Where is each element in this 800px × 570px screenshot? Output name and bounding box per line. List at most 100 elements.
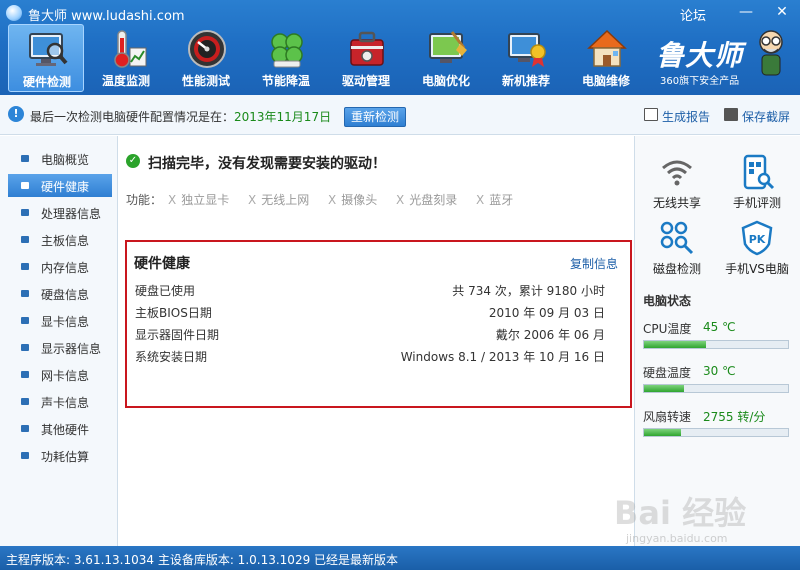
sidebar-item-label: 硬件健康: [41, 180, 90, 194]
row-value: 共 734 次，累计 9180 小时: [452, 284, 605, 298]
row-label: 硬盘已使用: [135, 284, 196, 298]
sidebar-item-monitor[interactable]: 显示器信息: [8, 336, 112, 359]
status-bar-track: [643, 428, 789, 437]
nav-pc-repair[interactable]: 电脑维修: [568, 24, 644, 92]
sidebar-item-disk[interactable]: 硬盘信息: [8, 282, 112, 305]
nav-power-saving[interactable]: 节能降温: [248, 24, 324, 92]
brand-name: 鲁大师: [656, 39, 744, 72]
sidebar-item-overview[interactable]: 电脑概览: [8, 147, 112, 170]
forum-link[interactable]: 论坛: [680, 5, 706, 24]
row-value: Windows 8.1 / 2013 年 10 月 16 日: [400, 350, 605, 364]
row-value: 2010 年 09 月 03 日: [488, 306, 605, 320]
sidebar-item-label: 内存信息: [41, 261, 90, 275]
sidebar-item-network[interactable]: 网卡信息: [8, 363, 112, 386]
sidebar-item-motherboard[interactable]: 主板信息: [8, 228, 112, 251]
toolbox-icon: [350, 31, 384, 66]
monitor-medal-icon: [508, 33, 546, 67]
svg-text:PK: PK: [749, 233, 766, 246]
generate-report-link[interactable]: 生成报告: [662, 108, 710, 125]
sidebar-item-other[interactable]: 其他硬件: [8, 417, 112, 440]
sidebar-item-label: 显卡信息: [41, 315, 90, 329]
sidebar-item-graphics[interactable]: 显卡信息: [8, 309, 112, 332]
baidu-watermark: Bai 经验: [614, 494, 747, 532]
function-item: X 蓝牙: [476, 193, 514, 207]
nav-label: 硬件检测: [22, 75, 71, 89]
broom-monitor-icon: [429, 31, 467, 63]
nav-label: 驱动管理: [341, 74, 390, 88]
sidebar-item-label: 主板信息: [41, 234, 90, 248]
nav-temperature[interactable]: 温度监测: [88, 24, 164, 92]
status-bar-fill: [644, 429, 682, 436]
right-panel: 无线共享 手机评测 磁盘检测 PK 手机VS电脑 电脑状态 CPU温度 45 ℃…: [634, 136, 800, 546]
scan-message: 扫描完毕，没有发现需要安装的驱动！: [148, 156, 386, 172]
status-bar: 主程序版本: 3.61.13.1034 主设备库版本: 1.0.13.1029 …: [0, 546, 800, 570]
nav-driver-management[interactable]: 驱动管理: [328, 24, 404, 92]
minimize-button[interactable]: —: [736, 3, 756, 21]
wifi-icon: [662, 160, 692, 186]
function-item: X 摄像头: [328, 193, 378, 207]
nav-label: 节能降温: [261, 74, 310, 88]
nav-hardware-check[interactable]: 硬件检测: [8, 24, 84, 92]
status-label: CPU温度: [643, 322, 692, 336]
save-screenshot-link[interactable]: 保存截屏: [742, 108, 790, 125]
sidebar-item-cpu[interactable]: 处理器信息: [8, 201, 112, 224]
wifi-share-tool[interactable]: 无线共享: [637, 154, 717, 216]
phone-test-tool[interactable]: 手机评测: [717, 154, 797, 216]
status-label: 风扇转速: [643, 410, 692, 424]
version-info: 主程序版本: 3.61.13.1034 主设备库版本: 1.0.13.1029 …: [6, 553, 399, 567]
nav-label: 新机推荐: [501, 74, 550, 88]
status-value: 45 ℃: [703, 320, 736, 334]
bullet-icon: [21, 344, 29, 351]
last-check-text: 最后一次检测电脑硬件配置情况是在：: [30, 110, 235, 124]
header: 鲁大师 www.ludashi.com 论坛 — ✕ 硬件检测 温度监测 性能测…: [0, 0, 800, 95]
phone-vs-pc-tool[interactable]: PK 手机VS电脑: [717, 220, 797, 282]
nav-new-pc[interactable]: 新机推荐: [488, 24, 564, 92]
speedometer-icon: [188, 30, 226, 68]
title-bar: 鲁大师 www.ludashi.com 论坛 — ✕: [0, 0, 800, 26]
nav-label: 温度监测: [101, 74, 150, 88]
nav-pc-optimize[interactable]: 电脑优化: [408, 24, 484, 92]
table-row: 主板BIOS日期 2010 年 09 月 03 日: [135, 304, 605, 322]
sidebar-item-label: 网卡信息: [41, 369, 90, 383]
pk-shield-icon: PK: [741, 220, 773, 256]
info-icon: !: [8, 106, 24, 122]
tool-label: 手机VS电脑: [725, 262, 789, 276]
baidu-watermark-url: jingyan.baidu.com: [626, 532, 728, 545]
tool-label: 无线共享: [652, 196, 701, 210]
brand: 鲁大师 360旗下安全产品: [656, 30, 786, 92]
sidebar-item-power[interactable]: 功耗估算: [8, 444, 112, 467]
house-icon: [587, 29, 627, 67]
hardware-health-panel: 硬件健康 复制信息 硬盘已使用 共 734 次，累计 9180 小时 主板BIO…: [125, 240, 632, 408]
bullet-icon: [21, 371, 29, 378]
pc-status-title: 电脑状态: [643, 294, 692, 308]
sidebar: 电脑概览 硬件健康 处理器信息 主板信息 内存信息 硬盘信息 显卡信息 显示器信…: [0, 136, 118, 546]
brand-subtitle: 360旗下安全产品: [660, 76, 740, 87]
phone-scan-icon: [743, 154, 775, 190]
last-check-date: 2013年11月17日: [234, 110, 332, 124]
disk-check-tool[interactable]: 磁盘检测: [637, 220, 717, 282]
bullet-icon: [21, 209, 29, 216]
tool-label: 磁盘检测: [652, 262, 701, 276]
main-content: ✓ 扫描完毕，没有发现需要安装的驱动！ 功能： X 独立显卡 X 无线上网 X 摄像头…: [118, 136, 634, 546]
panel-title: 硬件健康: [134, 256, 190, 272]
status-bar-track: [643, 340, 789, 349]
bullet-icon: [21, 317, 29, 324]
table-row: 硬盘已使用 共 734 次，累计 9180 小时: [135, 282, 605, 300]
recheck-button[interactable]: 重新检测: [344, 107, 406, 127]
unavailable-icon: X: [248, 193, 257, 207]
status-label: 硬盘温度: [643, 366, 692, 380]
bullet-icon: [21, 155, 29, 162]
status-value: 30 ℃: [703, 364, 736, 378]
bullet-icon: [21, 236, 29, 243]
status-bar-fill: [644, 341, 706, 348]
sidebar-item-memory[interactable]: 内存信息: [8, 255, 112, 278]
sidebar-item-label: 其他硬件: [41, 423, 90, 437]
copy-info-link[interactable]: 复制信息: [570, 255, 618, 272]
close-button[interactable]: ✕: [772, 3, 792, 21]
app-title: 鲁大师 www.ludashi.com: [28, 9, 185, 24]
sidebar-item-hardware-health[interactable]: 硬件健康: [8, 174, 112, 197]
nav-performance[interactable]: 性能测试: [168, 24, 244, 92]
function-label: 功能：: [126, 193, 163, 207]
unavailable-icon: X: [168, 193, 177, 207]
sidebar-item-sound[interactable]: 声卡信息: [8, 390, 112, 413]
